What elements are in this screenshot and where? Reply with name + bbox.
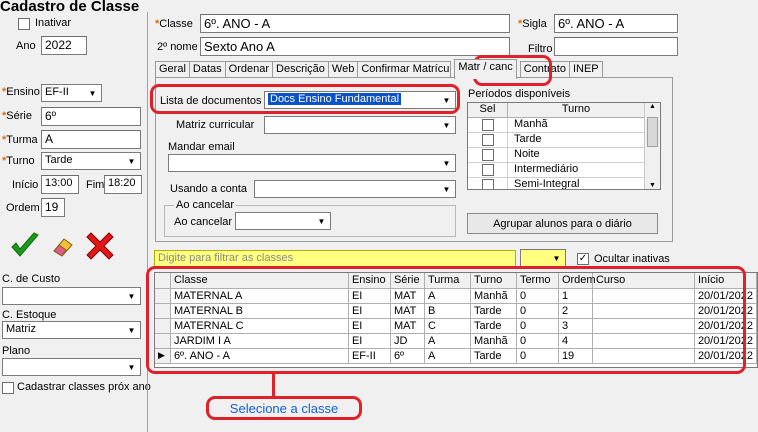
inicio-label: Início <box>12 179 39 191</box>
chevron-down-icon: ▼ <box>127 362 136 372</box>
highlight-grid-box <box>146 266 746 374</box>
fim-input[interactable]: 18:20 <box>104 175 142 194</box>
save-button[interactable] <box>8 229 42 263</box>
checkmark-icon <box>11 232 39 257</box>
periodos-grid[interactable]: Sel Turno Manhã Tarde Noite Intermediário Se… <box>467 102 661 190</box>
tab-geral[interactable]: Geral <box>155 61 190 78</box>
estoque-select[interactable]: Matriz ▼ <box>2 321 141 339</box>
periodo-checkbox[interactable] <box>481 164 494 176</box>
periodo-label: Manhã <box>514 118 548 130</box>
periodo-row[interactable]: Semi-Integral <box>468 178 660 190</box>
arrow-down-icon: ▼ <box>649 182 656 189</box>
scrollbar[interactable]: ▲ ▼ <box>644 103 660 189</box>
conta-label: Usando a conta <box>170 183 248 195</box>
turma-input[interactable]: A <box>41 130 141 149</box>
chevron-down-icon: ▼ <box>127 325 136 335</box>
periodos-label: Períodos disponíveis <box>468 88 571 100</box>
turno-label: *Turno <box>2 155 35 167</box>
tab-web[interactable]: Web <box>327 61 359 78</box>
nome-label: 2º nome <box>157 41 198 53</box>
custo-label: C. de Custo <box>2 273 61 285</box>
cancelar-label: Ao cancelar <box>174 216 233 228</box>
turno-select[interactable]: Tarde ▼ <box>41 152 141 170</box>
annotation-callout: Selecione a classe <box>206 396 362 420</box>
cadastrar-checkbox[interactable] <box>2 382 14 394</box>
ocultar-label: Ocultar inativas <box>594 253 670 265</box>
tab-descricao[interactable]: Descrição <box>272 61 329 78</box>
periodo-checkbox[interactable] <box>481 149 494 161</box>
ensino-select[interactable]: EF-II ▼ <box>41 84 102 102</box>
email-select[interactable]: ▼ <box>168 154 456 172</box>
eraser-icon <box>53 238 73 257</box>
periodo-row[interactable]: Manhã <box>468 118 660 133</box>
plano-select[interactable]: ▼ <box>2 358 141 376</box>
filter-input[interactable]: Digite para filtrar as classes <box>154 250 516 267</box>
tab-ordenar[interactable]: Ordenar <box>224 61 274 78</box>
tab-confirmar-matricula[interactable]: Confirmar Matrícula <box>357 61 452 78</box>
fim-label: Fim <box>86 179 105 191</box>
chevron-down-icon: ▼ <box>88 88 97 98</box>
turma-label: *Turma <box>2 134 38 146</box>
periodo-label: Tarde <box>514 133 542 145</box>
chevron-down-icon: ▼ <box>317 216 326 226</box>
chevron-down-icon: ▼ <box>442 158 451 168</box>
periodo-row[interactable]: Noite <box>468 148 660 163</box>
ocultar-checkbox[interactable]: ✓ <box>577 253 589 265</box>
periodo-label: Noite <box>514 148 540 160</box>
chevron-down-icon: ▼ <box>127 156 136 166</box>
periodos-header-turno: Turno <box>561 103 591 115</box>
periodo-checkbox[interactable] <box>481 119 494 131</box>
cancel-button[interactable] <box>82 228 118 264</box>
filter-select[interactable]: ▼ <box>520 249 566 267</box>
classe-label: *Classe <box>155 18 193 30</box>
plano-label: Plano <box>2 345 31 357</box>
estoque-label: C. Estoque <box>2 309 57 321</box>
serie-input[interactable]: 6º <box>41 107 141 126</box>
agrupar-button[interactable]: Agrupar alunos para o diário <box>467 213 658 234</box>
periodo-label: Semi-Integral <box>514 178 580 190</box>
filtro-input[interactable] <box>554 37 678 56</box>
matriz-select[interactable]: ▼ <box>264 116 456 134</box>
classe-input[interactable]: 6º. ANO - A <box>200 14 510 33</box>
sigla-label: *Sigla <box>518 18 547 30</box>
tab-matr-canc[interactable]: Matr / canc <box>454 59 517 79</box>
ordem-input[interactable]: 19 <box>41 198 65 217</box>
tab-datas[interactable]: Datas <box>188 61 226 78</box>
chevron-down-icon: ▼ <box>442 184 451 194</box>
cancelar-group-label: Ao cancelar <box>174 199 237 211</box>
highlight-lista-box <box>150 84 460 114</box>
arrow-up-icon: ▲ <box>649 103 656 110</box>
cadastrar-label: Cadastrar classes próx ano <box>17 381 151 393</box>
conta-select[interactable]: ▼ <box>254 180 456 198</box>
periodo-label: Intermediário <box>514 163 579 175</box>
cancelar-select[interactable]: ▼ <box>235 212 331 230</box>
matriz-label: Matriz curricular <box>176 119 255 131</box>
ano-label: Ano <box>16 40 36 52</box>
clear-button[interactable] <box>46 229 80 263</box>
window-title: Cadastro de Classe <box>0 0 140 15</box>
ano-input[interactable]: 2022 <box>41 36 87 55</box>
ordem-label: Ordem <box>6 202 40 214</box>
filtro-label: Filtro <box>528 43 553 55</box>
periodo-checkbox[interactable] <box>481 179 494 189</box>
inativar-checkbox[interactable] <box>18 18 30 30</box>
ensino-label: *Ensino <box>2 86 40 98</box>
periodo-row[interactable]: Intermediário <box>468 163 660 178</box>
annotation-connector <box>272 374 275 396</box>
nome-input[interactable]: Sexto Ano A <box>200 37 510 56</box>
chevron-down-icon: ▼ <box>552 253 561 263</box>
chevron-down-icon: ▼ <box>442 120 451 130</box>
periodo-row[interactable]: Tarde <box>468 133 660 148</box>
tab-inep[interactable]: INEP <box>568 61 603 78</box>
inicio-input[interactable]: 13:00 <box>41 175 79 194</box>
sigla-input[interactable]: 6º. ANO - A <box>554 14 678 33</box>
serie-label: *Série <box>2 110 32 122</box>
periodos-header-sel: Sel <box>468 103 508 117</box>
chevron-down-icon: ▼ <box>127 291 136 301</box>
close-icon <box>86 232 114 260</box>
periodo-checkbox[interactable] <box>481 134 494 146</box>
custo-select[interactable]: ▼ <box>2 287 141 305</box>
email-label: Mandar email <box>168 141 235 153</box>
inativar-label: Inativar <box>35 17 72 29</box>
